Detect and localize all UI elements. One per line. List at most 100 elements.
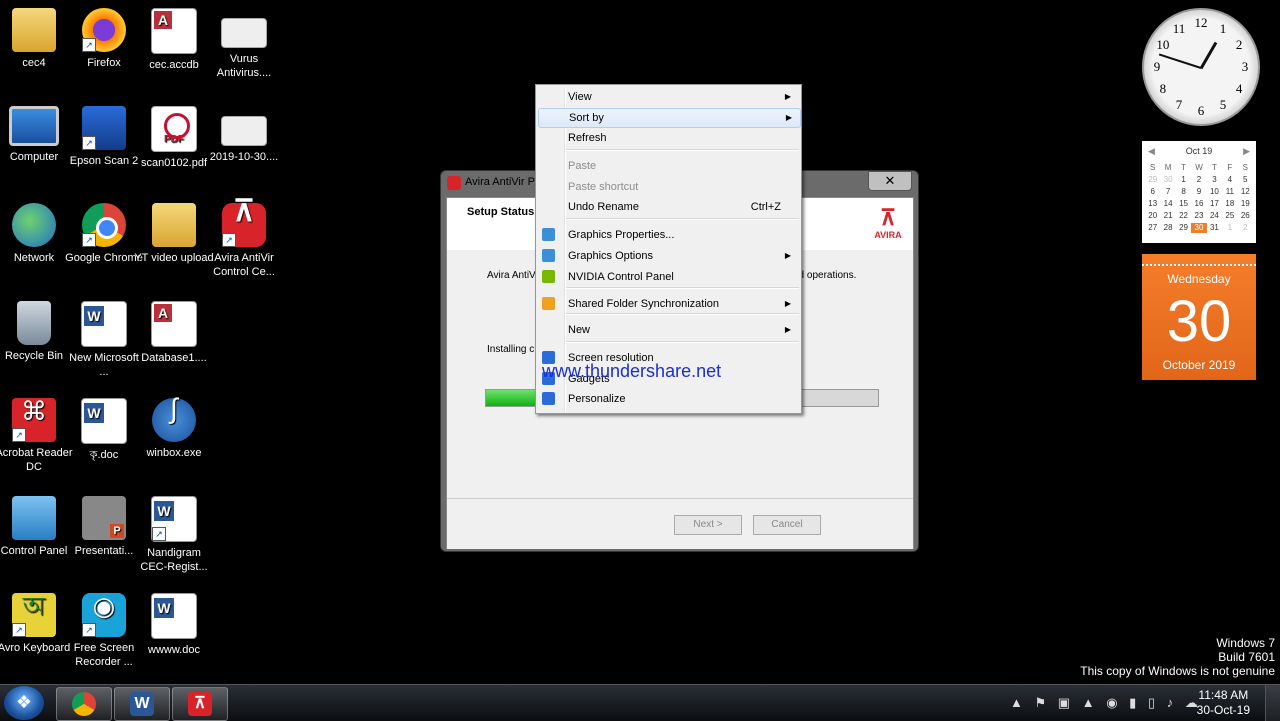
calendar-day[interactable]: 4 bbox=[1222, 175, 1237, 185]
calendar-day[interactable]: 1 bbox=[1222, 223, 1237, 233]
calendar-day[interactable]: 28 bbox=[1160, 223, 1175, 233]
calendar-day[interactable]: 10 bbox=[1207, 187, 1222, 197]
cancel-button[interactable]: Cancel bbox=[753, 515, 821, 535]
desktop-icon-presentation[interactable]: Presentati... bbox=[64, 495, 144, 558]
calendar-day[interactable]: 3 bbox=[1207, 175, 1222, 185]
calendar-day[interactable]: 9 bbox=[1191, 187, 1206, 197]
calendar-day[interactable]: 11 bbox=[1222, 187, 1237, 197]
desktop-icon-wwww-doc[interactable]: wwww.doc bbox=[134, 593, 214, 657]
vpn-icon[interactable]: ◉ bbox=[1106, 695, 1117, 710]
calendar-day[interactable]: 30 bbox=[1191, 223, 1207, 233]
menu-item-refresh[interactable]: Refresh bbox=[538, 128, 799, 148]
calendar-day[interactable]: 2 bbox=[1238, 223, 1253, 233]
screen-recorder-icon[interactable]: ▣ bbox=[1058, 695, 1070, 710]
clock-gadget[interactable]: 12 1 2 3 4 5 6 7 8 9 10 11 bbox=[1142, 8, 1260, 126]
menu-item-sort-by[interactable]: Sort by ▶ bbox=[538, 108, 801, 128]
desktop-icon-avro-keyboard[interactable]: ↗ Avro Keyboard bbox=[0, 593, 74, 655]
desktop-icon-doc-file[interactable]: কৃ.doc bbox=[64, 398, 144, 462]
acrobat-tray-icon[interactable]: ▲ bbox=[1082, 695, 1095, 710]
calendar-day[interactable]: 22 bbox=[1176, 211, 1191, 221]
desktop-icon-avira-control-center[interactable]: ↗ Avira AntiVir Control Ce... bbox=[204, 203, 284, 279]
desktop-icon-control-panel[interactable]: Control Panel bbox=[0, 495, 74, 558]
calendar-day[interactable]: 21 bbox=[1160, 211, 1175, 221]
calendar-day[interactable]: 15 bbox=[1176, 199, 1191, 209]
taskbar-clock[interactable]: 11:48 AM 30-Oct-19 bbox=[1197, 688, 1250, 718]
desktop-icon-cec4-folder[interactable]: cec4 bbox=[0, 8, 74, 70]
calendar-day[interactable]: 6 bbox=[1145, 187, 1160, 197]
network-signal-icon[interactable]: ▮ bbox=[1129, 695, 1136, 710]
calendar-day[interactable]: 23 bbox=[1191, 211, 1206, 221]
calendar-rings bbox=[1142, 254, 1256, 266]
calendar-gadget[interactable]: ◀ Oct 19 ▶ S M T W T F S 29 30 1 2 3 4 5 6 7 8 9 10 11 12 13 1… bbox=[1142, 141, 1256, 243]
menu-item-undo-rename[interactable]: Undo Rename Ctrl+Z bbox=[538, 197, 799, 217]
desktop-icon-scan0102-pdf[interactable]: scan0102.pdf bbox=[134, 105, 214, 170]
menu-item-graphics-properties[interactable]: Graphics Properties... bbox=[538, 225, 799, 245]
calendar-day[interactable]: 27 bbox=[1145, 223, 1160, 233]
desktop-icon-cec-accdb[interactable]: cec.accdb bbox=[134, 8, 214, 72]
calendar-day[interactable]: 29 bbox=[1176, 223, 1191, 233]
calendar-day[interactable]: 20 bbox=[1145, 211, 1160, 221]
calendar-day[interactable]: 16 bbox=[1191, 199, 1206, 209]
menu-item-personalize[interactable]: Personalize bbox=[538, 389, 799, 409]
start-button[interactable] bbox=[4, 686, 44, 720]
desktop-icon-new-microsoft-word[interactable]: New Microsoft ... bbox=[64, 300, 144, 379]
calendar-day[interactable]: 17 bbox=[1207, 199, 1222, 209]
desktop-icon-firefox[interactable]: ↗ Firefox bbox=[64, 8, 144, 70]
desktop-icon-database1[interactable]: Database1.... bbox=[134, 300, 214, 365]
volume-icon[interactable]: ♪ bbox=[1167, 695, 1174, 710]
calendar-day[interactable]: 31 bbox=[1207, 223, 1222, 233]
calendar-day[interactable]: 25 bbox=[1222, 211, 1237, 221]
desktop-icon-recycle-bin[interactable]: Recycle Bin bbox=[0, 300, 74, 363]
menu-item-paste-shortcut[interactable]: Paste shortcut bbox=[538, 177, 799, 197]
desktop-icon-video-file[interactable]: 2019-10-30.... bbox=[204, 106, 284, 164]
menu-item-label: Paste bbox=[568, 160, 597, 172]
show-desktop-button[interactable] bbox=[1265, 685, 1280, 721]
calendar-day[interactable]: 19 bbox=[1238, 199, 1253, 209]
desktop-icon-free-screen-recorder[interactable]: ↗ Free Screen Recorder ... bbox=[64, 593, 144, 669]
desktop-icon-label: Recycle Bin bbox=[4, 349, 64, 362]
calendar-grid: S M T W T F S 29 30 1 2 3 4 5 6 7 8 9 10 11 12 13 14 15 16 17 18 19… bbox=[1145, 163, 1253, 233]
desktop-icon-google-chrome[interactable]: ↗ Google Chrome bbox=[64, 203, 144, 265]
menu-item-view[interactable]: View ▶ bbox=[538, 87, 799, 107]
next-button[interactable]: Next > bbox=[674, 515, 742, 535]
desktop-icon-acrobat-reader-dc[interactable]: ↗ Acrobat Reader DC bbox=[0, 398, 74, 474]
desktop-icon-label: Firefox bbox=[87, 57, 121, 69]
calendar-day[interactable]: 24 bbox=[1207, 211, 1222, 221]
desktop-icon-epson-scan-2[interactable]: ↗ Epson Scan 2 bbox=[64, 105, 144, 168]
desktop-icon-yt-video-upload-folder[interactable]: YT video upload bbox=[134, 203, 214, 265]
calendar-day[interactable]: 2 bbox=[1191, 175, 1206, 185]
taskbar-word-button[interactable]: W bbox=[114, 687, 170, 721]
tray-expand-icon[interactable]: ▲ bbox=[1010, 695, 1023, 710]
desktop-icon-network[interactable]: Network bbox=[0, 203, 74, 265]
menu-item-paste[interactable]: Paste bbox=[538, 156, 799, 176]
menu-item-new[interactable]: New ▶ bbox=[538, 320, 799, 340]
desktop-icon-winbox-exe[interactable]: winbox.exe bbox=[134, 398, 214, 460]
date-gadget[interactable]: Wednesday 30 October 2019 bbox=[1142, 254, 1256, 380]
calendar-day[interactable]: 18 bbox=[1222, 199, 1237, 209]
calendar-day[interactable]: 13 bbox=[1145, 199, 1160, 209]
desktop-icon-nandigram-cec-register[interactable]: ↗ Nandigram CEC-Regist... bbox=[134, 495, 214, 574]
calendar-day[interactable]: 7 bbox=[1160, 187, 1175, 197]
yt-video-upload-folder-icon bbox=[152, 203, 196, 247]
calendar-day[interactable]: 26 bbox=[1238, 211, 1253, 221]
google-chrome-icon: ↗ bbox=[82, 203, 126, 247]
desktop-icon-computer[interactable]: Computer bbox=[0, 105, 74, 164]
calendar-day[interactable]: 5 bbox=[1238, 175, 1253, 185]
battery-icon[interactable]: ▯ bbox=[1148, 695, 1155, 710]
calendar-day[interactable]: 14 bbox=[1160, 199, 1175, 209]
winbox-exe-icon bbox=[152, 398, 196, 442]
dialog-close-button[interactable]: ✕ bbox=[868, 171, 912, 191]
taskbar-avira-button[interactable]: ⊼ bbox=[172, 687, 228, 721]
menu-item-shared-folder-synchronization[interactable]: Shared Folder Synchronization ▶ bbox=[538, 294, 799, 314]
taskbar-chrome-button[interactable] bbox=[56, 687, 112, 721]
calendar-day[interactable]: 30 bbox=[1160, 175, 1175, 185]
desktop-icon-vurus-antivirus[interactable]: Vurus Antivirus.... bbox=[204, 8, 284, 80]
calendar-day[interactable]: 8 bbox=[1176, 187, 1191, 197]
action-center-icon[interactable]: ⚑ bbox=[1035, 695, 1047, 710]
calendar-next-icon[interactable]: ▶ bbox=[1243, 146, 1250, 157]
calendar-day[interactable]: 12 bbox=[1238, 187, 1253, 197]
menu-item-nvidia-control-panel[interactable]: NVIDIA Control Panel bbox=[538, 267, 799, 287]
menu-item-graphics-options[interactable]: Graphics Options ▶ bbox=[538, 246, 799, 266]
calendar-day[interactable]: 29 bbox=[1145, 175, 1160, 185]
calendar-day[interactable]: 1 bbox=[1176, 175, 1191, 185]
